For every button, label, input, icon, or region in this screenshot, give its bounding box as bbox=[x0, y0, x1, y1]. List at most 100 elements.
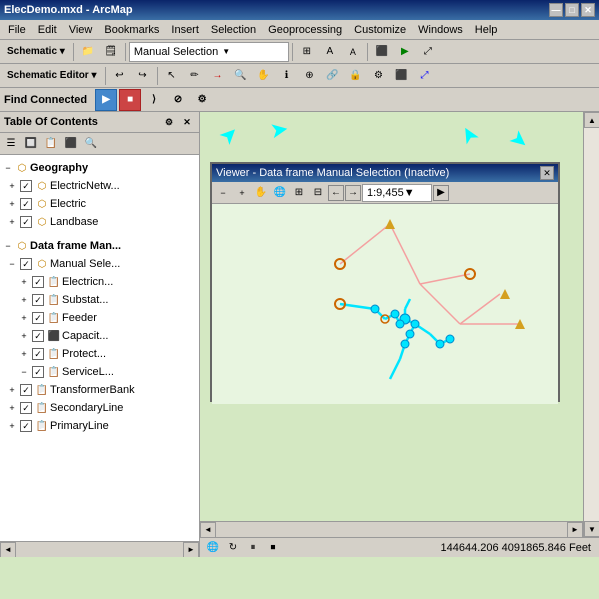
vscroll-down-button[interactable]: ▼ bbox=[584, 521, 599, 537]
menu-insert[interactable]: Insert bbox=[165, 20, 205, 39]
viewer-forward-icon[interactable]: → bbox=[345, 185, 361, 201]
toc-scroll-right[interactable]: ► bbox=[183, 542, 199, 558]
pr-checkbox[interactable] bbox=[32, 348, 44, 360]
menu-selection[interactable]: Selection bbox=[205, 20, 262, 39]
layout-icon[interactable]: ⬛ bbox=[391, 65, 413, 87]
viewer-next-icon[interactable]: ▶ bbox=[433, 185, 449, 201]
toc-item-landbase[interactable]: + ⬡ Landbase bbox=[4, 213, 199, 231]
toc-close-icon[interactable]: ✕ bbox=[179, 114, 195, 130]
menu-geoprocessing[interactable]: Geoprocessing bbox=[262, 20, 348, 39]
move-icon[interactable]: ⊕ bbox=[299, 65, 321, 87]
toc-item-transformerbank[interactable]: + 📋 TransformerBank bbox=[4, 381, 199, 399]
menu-customize[interactable]: Customize bbox=[348, 20, 412, 39]
toc-item-electricn2[interactable]: + 📋 Electricn... bbox=[16, 273, 199, 291]
zoom-in-icon[interactable]: A bbox=[319, 41, 341, 63]
toc-options-icon[interactable]: ⚙ bbox=[161, 114, 177, 130]
expand-icon[interactable]: ⤢ bbox=[417, 41, 439, 63]
tb-checkbox[interactable] bbox=[20, 384, 32, 396]
status-pause-icon[interactable]: ⏸ bbox=[244, 538, 262, 556]
toc-item-electricnetwork[interactable]: + ⬡ ElectricNetw... bbox=[4, 177, 199, 195]
toc-item-servicel[interactable]: − 📋 ServiceL... bbox=[16, 363, 199, 381]
undo-icon[interactable]: ↩ bbox=[109, 65, 131, 87]
vscroll-track[interactable] bbox=[584, 128, 599, 521]
toc-item-secondaryline[interactable]: + 📋 SecondaryLine bbox=[4, 399, 199, 417]
sl-checkbox[interactable] bbox=[32, 366, 44, 378]
viewer-scale-dropdown[interactable]: 1:9,455 ▼ bbox=[362, 184, 432, 202]
toc-item-capacit[interactable]: + ⬛ Capacit... bbox=[16, 327, 199, 345]
toc-display-icon[interactable]: 📋 bbox=[42, 135, 60, 153]
el-checkbox[interactable] bbox=[20, 198, 32, 210]
layer-icon[interactable]: ⬛ bbox=[371, 41, 393, 63]
maximize-button[interactable]: □ bbox=[565, 3, 579, 17]
viewer-zoom-in-icon[interactable]: + bbox=[233, 184, 251, 202]
menu-file[interactable]: File bbox=[2, 20, 32, 39]
toc-scroll-left[interactable]: ◄ bbox=[0, 542, 16, 558]
toc-item-substat[interactable]: + 📋 Substat... bbox=[16, 291, 199, 309]
viewer-globe-icon[interactable]: 🌐 bbox=[271, 184, 289, 202]
schematic-dropdown-button[interactable]: Schematic ▾ bbox=[2, 41, 70, 63]
en-checkbox[interactable] bbox=[20, 180, 32, 192]
export-icon[interactable]: ⤢ bbox=[414, 65, 436, 87]
viewer-content[interactable] bbox=[212, 204, 558, 404]
hscroll-right-button[interactable]: ► bbox=[567, 522, 583, 538]
toc-item-geography-group[interactable]: − ⬡ Geography bbox=[0, 159, 199, 177]
redo-icon[interactable]: ↪ bbox=[132, 65, 154, 87]
folder-icon[interactable]: 📁 bbox=[77, 41, 99, 63]
identify-icon[interactable]: ℹ bbox=[276, 65, 298, 87]
toc-item-dataframe-group[interactable]: − ⬡ Data frame Man... bbox=[0, 237, 199, 255]
route-icon[interactable]: → bbox=[207, 65, 229, 87]
toc-source-icon[interactable]: 🔲 bbox=[22, 135, 40, 153]
ca-checkbox[interactable] bbox=[32, 330, 44, 342]
toc-list-icon[interactable]: ☰ bbox=[2, 135, 20, 153]
minimize-button[interactable]: — bbox=[549, 3, 563, 17]
pl-checkbox[interactable] bbox=[20, 420, 32, 432]
secl-checkbox[interactable] bbox=[20, 402, 32, 414]
new-icon[interactable]: 🗒 bbox=[100, 41, 122, 63]
menu-windows[interactable]: Windows bbox=[412, 20, 469, 39]
window-controls[interactable]: — □ ✕ bbox=[549, 3, 595, 17]
zoom-map-icon[interactable]: 🔍 bbox=[230, 65, 252, 87]
status-stop-icon[interactable]: ⏹ bbox=[264, 538, 282, 556]
schematic-editor-dropdown-button[interactable]: Schematic Editor ▾ bbox=[2, 65, 102, 87]
viewer-extent1-icon[interactable]: ⊞ bbox=[290, 184, 308, 202]
menu-edit[interactable]: Edit bbox=[32, 20, 63, 39]
toc-item-protect[interactable]: + 📋 Protect... bbox=[16, 345, 199, 363]
close-button[interactable]: ✕ bbox=[581, 3, 595, 17]
viewer-close-button[interactable]: ✕ bbox=[540, 166, 554, 180]
viewer-pan-icon[interactable]: ✋ bbox=[252, 184, 270, 202]
toc-item-feeder[interactable]: + 📋 Feeder bbox=[16, 309, 199, 327]
toc-item-manualsele[interactable]: − ⬡ Manual Sele... bbox=[4, 255, 199, 273]
select-icon[interactable]: ↖ bbox=[161, 65, 183, 87]
vscroll-up-button[interactable]: ▲ bbox=[584, 112, 599, 128]
toc-select-icon[interactable]: ⬛ bbox=[62, 135, 80, 153]
ss-checkbox[interactable] bbox=[32, 294, 44, 306]
status-world-icon[interactable]: 🌐 bbox=[204, 538, 222, 556]
viewer-back-icon[interactable]: ← bbox=[328, 185, 344, 201]
align-icon[interactable]: ⚙ bbox=[368, 65, 390, 87]
zoom-out-icon[interactable]: A bbox=[342, 41, 364, 63]
viewer-zoom-out-icon[interactable]: − bbox=[214, 184, 232, 202]
fc-options-icon[interactable]: ⚙ bbox=[191, 89, 213, 111]
hscroll-left-button[interactable]: ◄ bbox=[200, 522, 216, 538]
fc-step-icon[interactable]: ⟩ bbox=[143, 89, 165, 111]
toc-search-icon[interactable]: 🔍 bbox=[82, 135, 100, 153]
edit-icon[interactable]: ✏ bbox=[184, 65, 206, 87]
lb-checkbox[interactable] bbox=[20, 216, 32, 228]
zoom-extent-icon[interactable]: ⊞ bbox=[296, 41, 318, 63]
fc-play-icon[interactable]: ▶ bbox=[95, 89, 117, 111]
menu-help[interactable]: Help bbox=[469, 20, 504, 39]
en2-checkbox[interactable] bbox=[32, 276, 44, 288]
fc-stop-icon[interactable]: ■ bbox=[119, 89, 141, 111]
link-icon[interactable]: 🔗 bbox=[322, 65, 344, 87]
menu-view[interactable]: View bbox=[63, 20, 99, 39]
ms-checkbox[interactable] bbox=[20, 258, 32, 270]
fc-barrier-icon[interactable]: ⊘ bbox=[167, 89, 189, 111]
pan-icon[interactable]: ✋ bbox=[253, 65, 275, 87]
toc-item-primaryline[interactable]: + 📋 PrimaryLine bbox=[4, 417, 199, 435]
map-area[interactable]: ➤ ➤ ➤ ➤ Viewer - Data frame Manual Selec… bbox=[200, 112, 599, 557]
manual-selection-dropdown[interactable]: Manual Selection ▼ bbox=[129, 42, 289, 62]
lock-icon[interactable]: 🔒 bbox=[345, 65, 367, 87]
fe-checkbox[interactable] bbox=[32, 312, 44, 324]
menu-bookmarks[interactable]: Bookmarks bbox=[98, 20, 165, 39]
status-refresh-icon[interactable]: ↻ bbox=[224, 538, 242, 556]
